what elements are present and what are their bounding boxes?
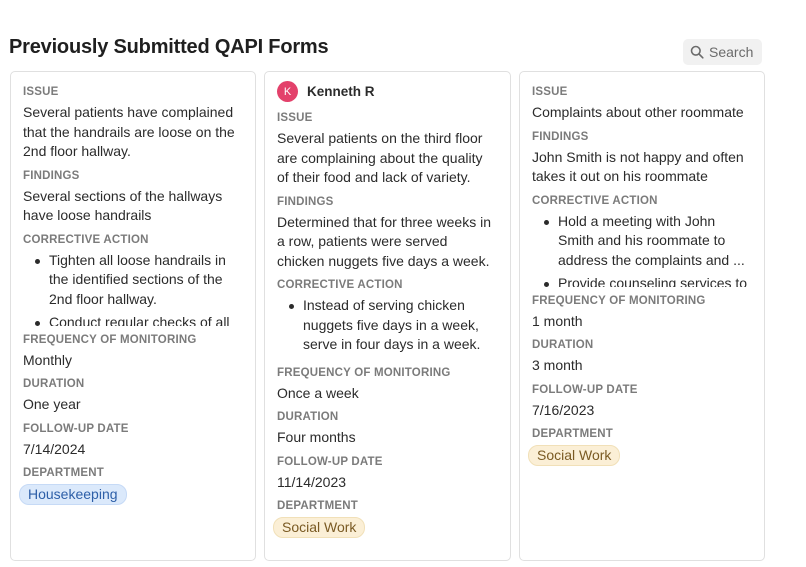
findings-value: Several sections of the hallways have lo… bbox=[23, 187, 223, 224]
followup-label: FOLLOW-UP DATE bbox=[277, 455, 383, 468]
author-name: Kenneth R bbox=[307, 84, 375, 99]
department-label: DEPARTMENT bbox=[277, 500, 359, 512]
issue-value: Several patients on the third floor are … bbox=[277, 130, 483, 185]
findings-value: John Smith is not happy and often takes … bbox=[532, 148, 744, 185]
action-item: Provide counseling services to bbox=[532, 274, 752, 287]
duration-label: DURATION bbox=[23, 378, 85, 390]
issue-value: Several patients have complained that th… bbox=[23, 104, 235, 159]
author: K Kenneth R bbox=[277, 81, 498, 102]
corrective-action-list[interactable]: Tighten all loose handrails in the ident… bbox=[23, 251, 243, 326]
action-item: Instead of serving chicken nuggets five … bbox=[277, 296, 498, 355]
department-badge: Social Work bbox=[273, 517, 366, 538]
duration-value: 3 month bbox=[532, 357, 583, 373]
qapi-form-card[interactable]: ISSUE Complaints about other roommate FI… bbox=[519, 71, 765, 561]
corrective-action-label: CORRECTIVE ACTION bbox=[532, 194, 658, 207]
followup-label: FOLLOW-UP DATE bbox=[532, 383, 638, 396]
department-label: DEPARTMENT bbox=[23, 467, 105, 479]
department-label: DEPARTMENT bbox=[532, 428, 614, 440]
search-label: Search bbox=[709, 44, 754, 60]
duration-value: Four months bbox=[277, 429, 356, 445]
frequency-label: FREQUENCY OF MONITORING bbox=[532, 294, 706, 307]
followup-value: 7/16/2023 bbox=[532, 401, 595, 418]
corrective-action-label: CORRECTIVE ACTION bbox=[23, 233, 149, 246]
action-item: Hold a meeting with John Smith and his r… bbox=[532, 212, 752, 271]
duration-label: DURATION bbox=[277, 411, 339, 423]
followup-value: 7/14/2024 bbox=[23, 440, 86, 457]
qapi-form-card[interactable]: ISSUE Several patients have complained t… bbox=[10, 71, 256, 561]
action-item: Conduct regular checks of all handrails bbox=[23, 313, 243, 326]
department-badge: Social Work bbox=[528, 445, 621, 466]
findings-label: FINDINGS bbox=[532, 130, 589, 143]
corrective-action-list[interactable]: Hold a meeting with John Smith and his r… bbox=[532, 212, 752, 287]
avatar: K bbox=[277, 81, 298, 102]
search-button[interactable]: Search bbox=[683, 39, 762, 65]
duration-label: DURATION bbox=[532, 339, 594, 351]
department-badge: Housekeeping bbox=[19, 484, 127, 505]
corrective-action-label: CORRECTIVE ACTION bbox=[277, 279, 403, 291]
followup-label: FOLLOW-UP DATE bbox=[23, 422, 129, 435]
page-title: Previously Submitted QAPI Forms bbox=[9, 36, 329, 58]
qapi-form-card[interactable]: K Kenneth R ISSUE Several patients on th… bbox=[264, 71, 511, 561]
findings-value: Determined that for three weeks in a row… bbox=[277, 213, 491, 269]
issue-label: ISSUE bbox=[23, 86, 59, 98]
issue-label: ISSUE bbox=[277, 112, 313, 124]
issue-value: Complaints about other roommate bbox=[532, 104, 744, 120]
frequency-value: Once a week bbox=[277, 384, 359, 401]
findings-label: FINDINGS bbox=[277, 195, 334, 208]
issue-label: ISSUE bbox=[532, 86, 568, 98]
search-icon bbox=[690, 45, 704, 59]
duration-value: One year bbox=[23, 396, 81, 412]
frequency-label: FREQUENCY OF MONITORING bbox=[23, 333, 197, 346]
frequency-label: FREQUENCY OF MONITORING bbox=[277, 366, 451, 379]
frequency-value: Monthly bbox=[23, 351, 73, 368]
corrective-action-list[interactable]: Instead of serving chicken nuggets five … bbox=[277, 296, 498, 359]
frequency-value: 1 month bbox=[532, 312, 583, 329]
action-item: Tighten all loose handrails in the ident… bbox=[23, 251, 243, 310]
followup-value: 11/14/2023 bbox=[277, 473, 347, 490]
findings-label: FINDINGS bbox=[23, 169, 80, 182]
